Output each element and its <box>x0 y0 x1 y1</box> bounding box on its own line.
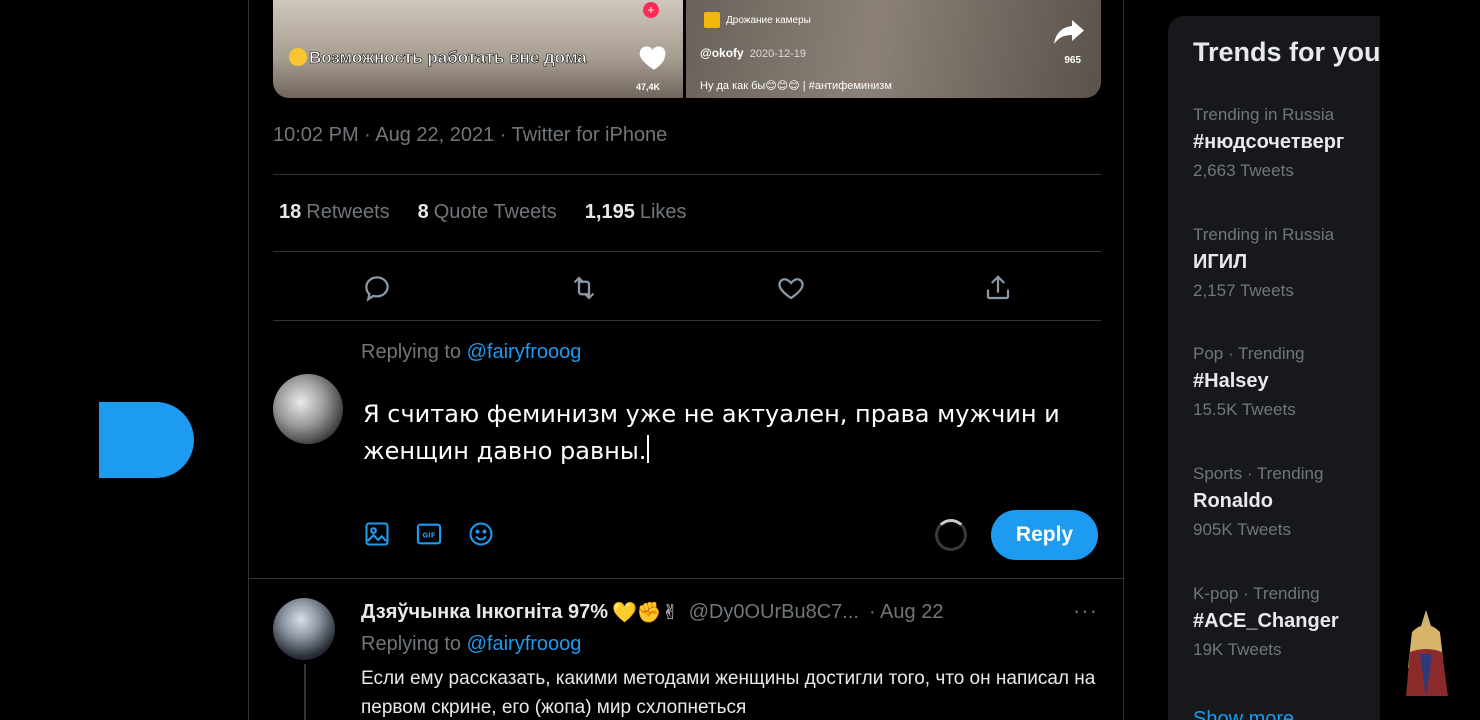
reply-author-emoji: 💛✊✌ <box>612 602 679 624</box>
reply-tweet-text: Если ему рассказать, какими методами жен… <box>361 668 1096 718</box>
replying-to: Replying to @fairyfrooog <box>361 341 582 363</box>
reply-date[interactable]: · Aug 22 <box>869 601 944 624</box>
sound-label: Дрожание камеры <box>704 12 811 28</box>
compose-toolbar: GIF <box>361 518 497 550</box>
trend-item[interactable]: Sports · Trending Ronaldo 905K Tweets <box>1193 464 1380 540</box>
divider <box>273 251 1101 252</box>
replying-to: Replying to @fairyfrooog <box>361 633 582 655</box>
show-more-link[interactable]: Show more <box>1193 708 1294 720</box>
trend-item[interactable]: Pop · Trending #Halsey 15.5K Tweets <box>1193 344 1380 420</box>
retweets-stat[interactable]: 18 Retweets <box>279 201 390 224</box>
divider <box>273 174 1101 175</box>
retweet-icon[interactable] <box>564 268 604 308</box>
follow-plus-icon: + <box>643 2 659 18</box>
like-icon[interactable] <box>771 268 811 308</box>
replying-handle-link[interactable]: @fairyfrooog <box>467 341 582 363</box>
video-description: Ну да как бы😊😊😊 | #антифеминизм <box>700 80 892 92</box>
tweet-stats: 18 Retweets 8 Quote Tweets 1,195 Likes <box>279 201 687 224</box>
emoji-icon[interactable] <box>465 518 497 550</box>
avatar[interactable] <box>273 374 343 444</box>
divider <box>249 578 1125 579</box>
text-caret <box>647 435 650 463</box>
reply-author-name[interactable]: Дзяўчынка Інкогніта 97% <box>361 601 608 624</box>
reply-author-handle[interactable]: @Dy0OUrBu8C7... <box>689 601 859 624</box>
trend-item[interactable]: K-pop · Trending #ACE_Changer 19K Tweets <box>1193 584 1380 660</box>
media-video-right[interactable]: Дрожание камеры @okofy 2020-12-19 Ну да к… <box>686 0 1101 98</box>
tweet-actions <box>273 268 1101 308</box>
likes-stat[interactable]: 1,195 Likes <box>585 201 687 224</box>
avatar[interactable] <box>273 598 335 660</box>
reply-tweet-header: Дзяўчынка Інкогніта 97% 💛✊✌ @Dy0OUrBu8C7… <box>361 600 943 625</box>
tweet-media[interactable]: + 47,4K Возможность работать вне дома Др… <box>273 0 1101 98</box>
character-count-ring <box>935 519 967 551</box>
mascot-watermark-icon <box>1406 610 1448 696</box>
share-arrow-icon <box>1054 20 1084 44</box>
heart-icon <box>639 46 666 70</box>
image-icon[interactable] <box>361 518 393 550</box>
trend-item[interactable]: Trending in Russia ИГИЛ 2,157 Tweets <box>1193 225 1380 301</box>
media-video-left[interactable]: + 47,4K Возможность работать вне дома <box>273 0 683 98</box>
replying-handle-link[interactable]: @fairyfrooog <box>467 633 582 655</box>
blue-overlay-tab <box>99 402 194 478</box>
quote-tweets-stat[interactable]: 8 Quote Tweets <box>418 201 557 224</box>
trend-item[interactable]: Trending in Russia #нюдсочетверг 2,663 T… <box>1193 105 1380 181</box>
video-user: @okofy 2020-12-19 <box>700 46 806 60</box>
sound-icon <box>704 12 720 28</box>
tweet-timestamp[interactable]: 10:02 PM · Aug 22, 2021 · Twitter for iP… <box>273 124 667 147</box>
svg-text:GIF: GIF <box>422 532 435 540</box>
reply-icon[interactable] <box>357 268 397 308</box>
video-caption: Возможность работать вне дома <box>289 48 587 68</box>
main-column: + 47,4K Возможность работать вне дома Др… <box>248 0 1125 720</box>
trends-panel: Trends for you Trending in Russia #нюдсо… <box>1168 16 1380 720</box>
trends-title: Trends for you <box>1193 37 1380 67</box>
reply-button[interactable]: Reply <box>991 510 1098 560</box>
smile-emoji-icon <box>289 48 307 66</box>
divider <box>273 320 1101 321</box>
like-count: 47,4K <box>636 82 661 92</box>
reply-compose-input[interactable]: Я считаю феминизм уже не актуален, права… <box>363 396 1113 470</box>
more-icon[interactable]: ··· <box>1073 598 1098 624</box>
share-icon[interactable] <box>978 268 1018 308</box>
thread-line <box>304 664 306 720</box>
share-count: 965 <box>1064 55 1081 66</box>
gif-icon[interactable]: GIF <box>413 518 445 550</box>
